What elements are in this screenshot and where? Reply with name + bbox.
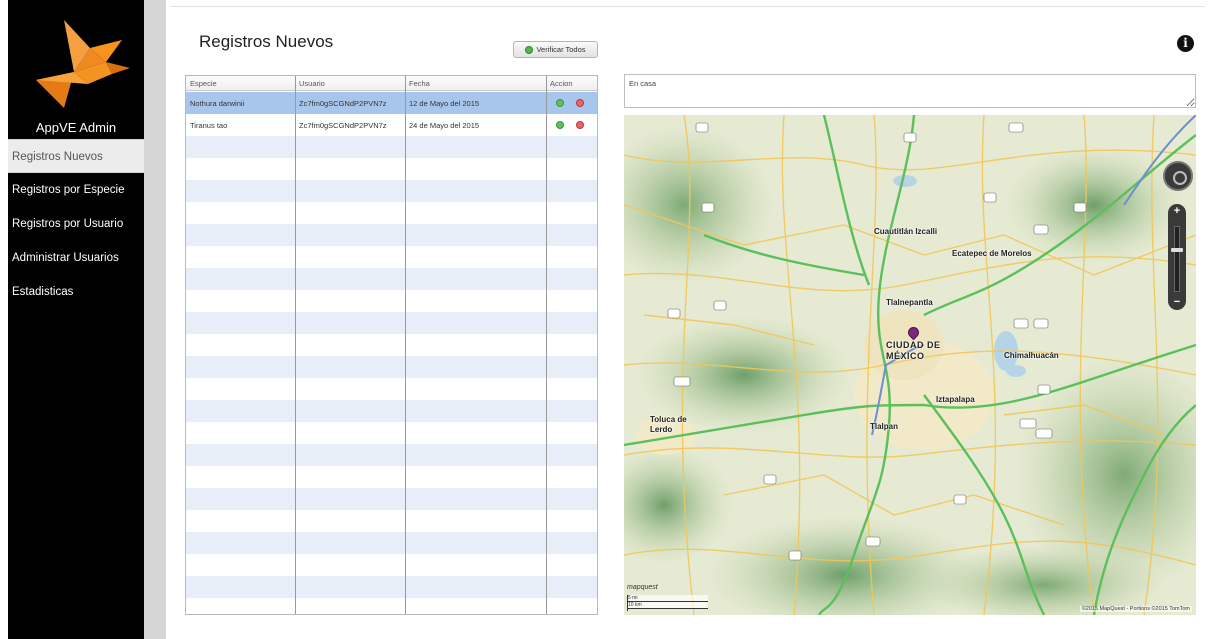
table-row-empty: [186, 532, 597, 554]
table-row-empty: [186, 554, 597, 576]
table-header-row: Especie Usuario Fecha Accion: [186, 76, 597, 91]
reject-icon[interactable]: [576, 121, 584, 129]
table-row-empty: [186, 510, 597, 532]
column-header-usuario[interactable]: Usuario: [295, 76, 405, 90]
table-row-empty: [186, 444, 597, 466]
table-row-empty: [186, 268, 597, 290]
table-row-empty: [186, 224, 597, 246]
map-label-toluca: Toluca de Lerdo: [650, 415, 687, 434]
table-row-empty: [186, 158, 597, 180]
column-divider: [405, 76, 406, 614]
table-row-empty: [186, 246, 597, 268]
sidebar-item-registros-por-especie[interactable]: Registros por Especie: [8, 173, 144, 207]
map-label-ecatepec: Ecatepec de Morelos: [952, 249, 1032, 258]
map-label-cuautitlan: Cuautitlán Izcalli: [874, 227, 938, 236]
table-row-empty: [186, 180, 597, 202]
table-row-empty: [186, 422, 597, 444]
scale-miles: 5 mi: [628, 595, 708, 602]
app-logo: AppVE Admin: [8, 8, 144, 139]
map-label-chimalhuacan: Chimalhuacán: [1004, 351, 1059, 360]
check-circle-icon: [525, 45, 534, 54]
row-usuario: Zc7fm0gSCGNdP2PVN7z: [299, 120, 387, 130]
map-label-tlalpan: Tlalpan: [870, 422, 899, 431]
table-row-empty: [186, 312, 597, 334]
table-row-empty: [186, 488, 597, 510]
column-divider: [546, 76, 547, 614]
column-divider: [295, 76, 296, 614]
verify-all-label: Verificar Todos: [536, 45, 586, 54]
location-search-input[interactable]: [624, 74, 1196, 108]
app-root: AppVE Admin Registros Nuevos Registros p…: [0, 0, 1211, 639]
sidebar: AppVE Admin Registros Nuevos Registros p…: [8, 0, 144, 639]
zoom-out-icon[interactable]: −: [1168, 296, 1186, 308]
map-provider-logo: mapquest: [627, 584, 658, 591]
table-row-empty: [186, 598, 597, 614]
table-row-empty: [186, 202, 597, 224]
table-row-empty: [186, 576, 597, 598]
map-copyright: ©2015 MapQuest - Portions ©2015 TomTom: [1079, 606, 1192, 612]
table-row-empty: [186, 378, 597, 400]
table-row-empty: [186, 136, 597, 158]
table-row-empty: [186, 356, 597, 378]
sidebar-item-registros-por-usuario[interactable]: Registros por Usuario: [8, 207, 144, 241]
row-actions: [546, 114, 597, 136]
sidebar-gutter: [144, 0, 166, 639]
zoom-in-icon[interactable]: +: [1168, 205, 1186, 217]
scale-km: 10 km: [628, 602, 708, 609]
row-usuario: Zc7fm0gSCGNdP2PVN7z: [299, 98, 387, 108]
approve-icon[interactable]: [556, 121, 564, 129]
map-view[interactable]: Cuautitlán Izcalli Ecatepec de Morelos T…: [624, 115, 1196, 615]
map-label-iztapalapa: Iztapalapa: [936, 395, 975, 404]
sidebar-item-administrar-usuarios[interactable]: Administrar Usuarios: [8, 241, 144, 275]
row-especie: Tiranus tao: [190, 120, 228, 130]
origami-bird-icon: [36, 20, 130, 108]
table-row[interactable]: Tiranus tao Zc7fm0gSCGNdP2PVN7z 24 de Ma…: [186, 114, 597, 136]
column-header-accion[interactable]: Accion: [546, 76, 597, 90]
zoom-slider-track[interactable]: [1174, 226, 1180, 292]
zoom-slider-handle[interactable]: [1171, 248, 1183, 252]
table-row-empty: [186, 466, 597, 488]
sidebar-item-registros-nuevos[interactable]: Registros Nuevos: [8, 139, 144, 173]
info-icon[interactable]: i: [1177, 35, 1194, 52]
main-top-border: [170, 6, 1205, 7]
table-row-empty: [186, 334, 597, 356]
records-table: Especie Usuario Fecha Accion Nothura dar…: [185, 75, 598, 615]
table-row-empty: [186, 400, 597, 422]
map-zoom-control[interactable]: + −: [1168, 204, 1186, 310]
page-title: Registros Nuevos: [199, 32, 334, 51]
map-scale-bar: 5 mi 10 km: [627, 595, 711, 611]
row-especie: Nothura darwinii: [190, 98, 245, 108]
column-header-especie[interactable]: Especie: [186, 76, 295, 90]
app-title: AppVE Admin: [35, 120, 117, 135]
map-pan-control[interactable]: [1163, 161, 1193, 191]
reject-icon[interactable]: [576, 99, 584, 107]
map-label-ciudad-de-mexico: CIUDAD DE MÉXICO: [886, 340, 941, 361]
table-row[interactable]: Nothura darwinii Zc7fm0gSCGNdP2PVN7z 12 …: [186, 92, 597, 114]
table-row-empty: [186, 290, 597, 312]
row-fecha: 12 de Mayo del 2015: [409, 98, 480, 108]
sidebar-item-estadisticas[interactable]: Estadisticas: [8, 275, 144, 309]
map-terrain: [624, 115, 1196, 615]
row-fecha: 24 de Mayo del 2015: [409, 120, 480, 130]
sidebar-nav: Registros Nuevos Registros por Especie R…: [8, 139, 144, 309]
approve-icon[interactable]: [556, 99, 564, 107]
row-actions: [546, 92, 597, 114]
verify-all-button[interactable]: Verificar Todos: [513, 41, 598, 58]
map-label-tlalnepantla: Tlalnepantla: [886, 298, 933, 307]
column-header-fecha[interactable]: Fecha: [405, 76, 546, 90]
